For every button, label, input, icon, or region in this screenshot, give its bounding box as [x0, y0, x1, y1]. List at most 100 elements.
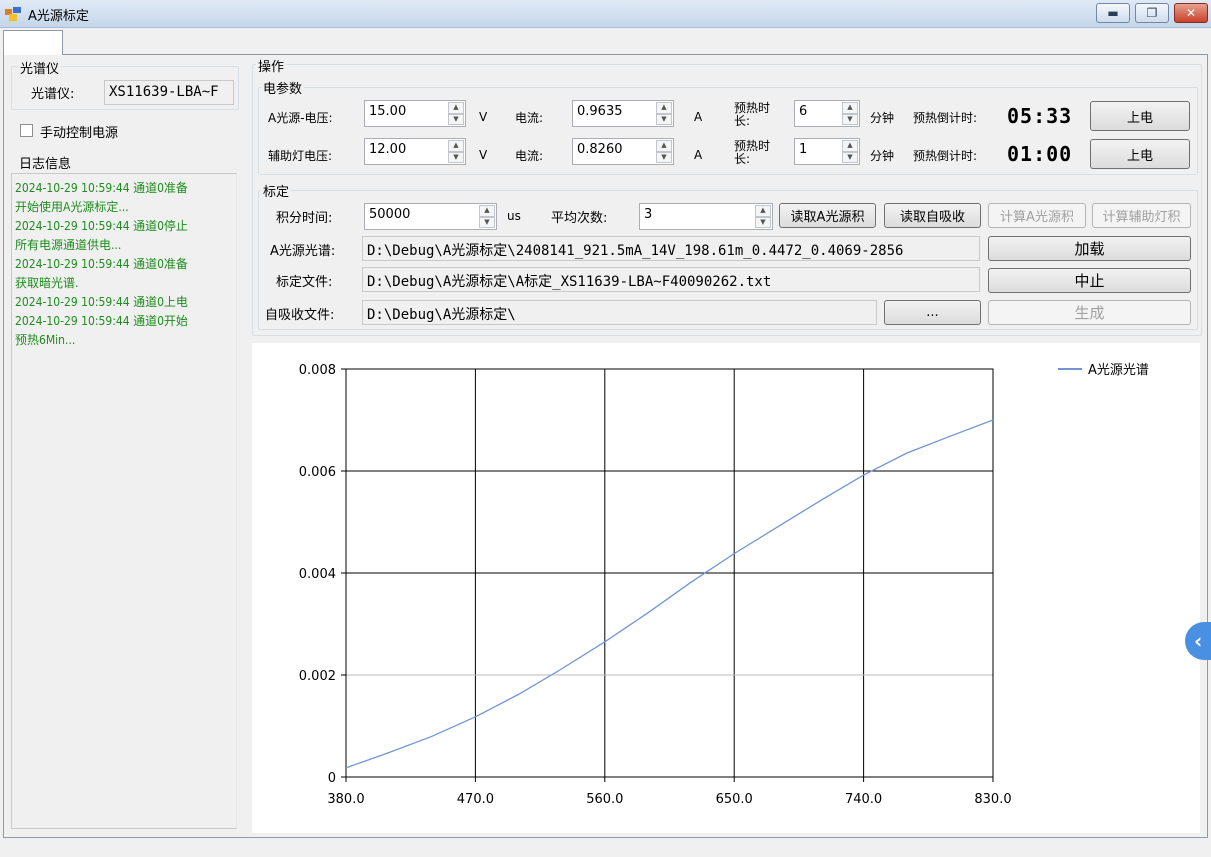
spin-down-icon[interactable]: ▼: [842, 113, 858, 125]
y-tick-label: 0.008: [299, 363, 336, 378]
tab-calibration[interactable]: [3, 30, 63, 55]
a-voltage-stepper[interactable]: 15.00 ▲ ▼: [364, 100, 466, 127]
log-line: 2024-10-29 10:59:44 通道0上电: [15, 295, 188, 309]
x-tick-label: 470.0: [457, 792, 494, 807]
load-button[interactable]: 加载: [988, 236, 1191, 261]
minimize-button[interactable]: ▬: [1096, 3, 1130, 23]
operation-group-title: 操作: [256, 56, 287, 75]
calib-file-path-field[interactable]: D:\Debug\A光源标定\A标定_XS11639-LBA~F40090262…: [362, 267, 980, 292]
manual-power-checkbox[interactable]: [20, 124, 33, 137]
status-strip: [0, 840, 1211, 857]
legend-label: A光源光谱: [1088, 363, 1149, 378]
x-tick-label: 830.0: [974, 792, 1011, 807]
x-tick-label: 380.0: [327, 792, 364, 807]
a-current-value: 0.9635: [577, 104, 623, 119]
spin-up-icon[interactable]: ▲: [842, 140, 858, 152]
integration-time-value: 50000: [369, 207, 411, 222]
aux-current-label: 电流:: [515, 149, 544, 163]
calc-aux-integral-button[interactable]: 计算辅助灯积: [1092, 203, 1191, 228]
average-count-stepper[interactable]: 3 ▲ ▼: [639, 203, 773, 230]
aux-power-on-button[interactable]: 上电: [1090, 139, 1190, 169]
spin-down-icon[interactable]: ▼: [479, 216, 495, 228]
spin-down-icon[interactable]: ▼: [842, 151, 858, 163]
a-spectrum-path-field[interactable]: D:\Debug\A光源标定\2408141_921.5mA_14V_198.6…: [362, 236, 980, 261]
log-line: 开始使用A光源标定...: [15, 200, 129, 214]
log-line: 2024-10-29 10:59:44 通道0停止: [15, 219, 188, 233]
spin-up-icon[interactable]: ▲: [448, 102, 464, 114]
calc-a-integral-button[interactable]: 计算A光源积: [988, 203, 1086, 228]
chevron-left-icon: ‹: [1194, 629, 1203, 653]
aux-voltage-stepper[interactable]: 12.00 ▲ ▼: [364, 138, 466, 165]
spin-up-icon[interactable]: ▲: [656, 140, 672, 152]
a-voltage-unit: V: [479, 110, 488, 124]
y-tick-label: 0.004: [299, 567, 336, 582]
a-spectrum-label: A光源光谱:: [270, 244, 336, 259]
manual-power-label: 手动控制电源: [40, 126, 119, 141]
spin-up-icon[interactable]: ▲: [842, 102, 858, 114]
log-title: 日志信息: [19, 157, 72, 172]
spin-down-icon[interactable]: ▼: [448, 113, 464, 125]
electrical-group-title: 电参数: [261, 78, 305, 97]
a-preheat-label: 预热时长:: [734, 101, 771, 128]
a-voltage-value: 15.00: [369, 104, 407, 119]
title-bar[interactable]: A光源标定 ▬ ❐ ✕: [0, 0, 1211, 28]
aux-preheat-unit: 分钟: [870, 149, 895, 163]
stop-button[interactable]: 中止: [988, 268, 1191, 293]
integration-time-stepper[interactable]: 50000 ▲ ▼: [364, 203, 497, 230]
log-textbox[interactable]: 2024-10-29 10:59:44 通道0准备 开始使用A光源标定... 2…: [11, 173, 237, 829]
log-line: 所有电源通道供电...: [15, 238, 122, 252]
spin-down-icon[interactable]: ▼: [656, 151, 672, 163]
aux-countdown-timer: 01:00: [1007, 142, 1073, 166]
aux-current-stepper[interactable]: 0.8260 ▲ ▼: [572, 138, 674, 165]
a-current-stepper[interactable]: 0.9635 ▲ ▼: [572, 100, 674, 127]
spin-down-icon[interactable]: ▼: [755, 216, 771, 228]
a-voltage-label: A光源-电压:: [268, 111, 333, 125]
x-tick-label: 650.0: [716, 792, 753, 807]
y-tick-label: 0.002: [299, 669, 336, 684]
close-button[interactable]: ✕: [1174, 3, 1208, 23]
aux-preheat-label: 预热时长:: [734, 139, 771, 166]
average-count-value: 3: [644, 207, 653, 222]
log-line: 2024-10-29 10:59:44 通道0准备: [15, 181, 188, 195]
read-a-integral-button[interactable]: 读取A光源积: [779, 203, 876, 228]
spin-up-icon[interactable]: ▲: [448, 140, 464, 152]
a-countdown-label: 预热倒计时:: [913, 111, 978, 125]
aux-voltage-unit: V: [479, 148, 488, 162]
spin-up-icon[interactable]: ▲: [479, 205, 495, 217]
aux-current-unit: A: [694, 148, 703, 162]
a-current-unit: A: [694, 110, 703, 124]
spectrum-chart-svg: 380.0 470.0 560.0 650.0 740.0 830.0 0 0.002 0.00…: [299, 363, 1149, 807]
spectrometer-label: 光谱仪:: [31, 87, 75, 102]
self-abs-path-field[interactable]: D:\Debug\A光源标定\: [362, 300, 877, 325]
aux-countdown-label: 预热倒计时:: [913, 149, 978, 163]
a-power-on-button[interactable]: 上电: [1090, 101, 1190, 131]
y-tick-label: 0: [328, 771, 336, 786]
spin-up-icon[interactable]: ▲: [755, 205, 771, 217]
read-self-absorption-button[interactable]: 读取自吸收: [884, 203, 981, 228]
app-icon: [5, 7, 21, 21]
y-tick-label: 0.006: [299, 465, 336, 480]
average-count-label: 平均次数:: [551, 211, 608, 226]
spin-up-icon[interactable]: ▲: [656, 102, 672, 114]
close-icon: ✕: [1185, 6, 1197, 20]
spin-down-icon[interactable]: ▼: [656, 113, 672, 125]
a-preheat-stepper[interactable]: 6 ▲ ▼: [794, 100, 860, 127]
spectrum-chart: 380.0 470.0 560.0 650.0 740.0 830.0 0 0.002 0.00…: [252, 343, 1200, 833]
maximize-button[interactable]: ❐: [1135, 3, 1169, 23]
aux-preheat-stepper[interactable]: 1 ▲ ▼: [794, 138, 860, 165]
maximize-icon: ❐: [1146, 6, 1158, 20]
calibration-group-title: 标定: [261, 181, 292, 200]
calib-file-label: 标定文件:: [276, 275, 333, 290]
log-line: 获取暗光谱.: [15, 276, 79, 290]
aux-current-value: 0.8260: [577, 142, 623, 157]
spin-down-icon[interactable]: ▼: [448, 151, 464, 163]
generate-button[interactable]: 生成: [988, 300, 1191, 325]
aux-voltage-label: 辅助灯电压:: [268, 149, 333, 163]
a-preheat-value: 6: [799, 104, 808, 119]
a-preheat-unit: 分钟: [870, 111, 895, 125]
integration-time-label: 积分时间:: [276, 211, 333, 226]
spectrometer-field[interactable]: XS11639-LBA~F: [104, 80, 234, 105]
browse-button[interactable]: ...: [884, 300, 981, 325]
series-line: [345, 419, 994, 769]
a-countdown-timer: 05:33: [1007, 104, 1073, 128]
